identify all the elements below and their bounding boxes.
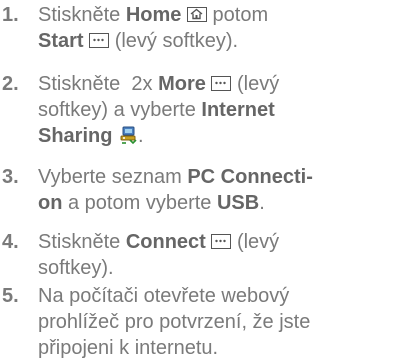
softkey-dots-icon [211, 234, 232, 249]
step-text: Stiskněte Connect (levý softkey). [38, 229, 279, 281]
step-text-part: Stiskněte [38, 4, 126, 26]
softkey-dots-icon [211, 76, 232, 91]
step-number: 4. [2, 231, 19, 253]
keyword-more: More [158, 73, 206, 95]
keyword-start: Start [38, 30, 84, 52]
step-text-part: potom [206, 4, 269, 26]
step-text-part: Vyberte seznam [38, 166, 188, 188]
instruction-steps: 1. Stiskněte Home potom Start (levý soft… [0, 0, 398, 360]
step-text-part: (levý [231, 73, 280, 95]
step-text: Na počítači otevřete webový prohlížeč pr… [38, 283, 310, 361]
step-text-part: Na počítači otevřete webový [38, 285, 290, 307]
step-text-part: prohlížeč pro potvrzení, že jste [38, 311, 311, 333]
step-3: 3. Vyberte seznam PC Connecti- on a poto… [0, 164, 392, 216]
step-number: 3. [2, 166, 19, 188]
step-text-part: . [259, 192, 265, 214]
step-2: 2. Stiskněte 2x More (levý softkey) a vy… [0, 71, 392, 149]
step-4: 4. Stiskněte Connect (levý softkey). [0, 229, 392, 281]
step-text-part: softkey). [38, 257, 114, 279]
step-text: Stiskněte Home potom Start (levý softkey… [38, 2, 268, 54]
step-text: Vyberte seznam PC Connecti- on a potom v… [38, 164, 313, 216]
keyword-pc-connection: PC Connecti- [187, 166, 313, 188]
keyword-internet: Internet [201, 99, 275, 121]
step-text: Stiskněte 2x More (levý softkey) a vyber… [38, 71, 279, 149]
step-number: 2. [2, 73, 19, 95]
step-text-part: Stiskněte 2x [38, 73, 159, 95]
keyword-sharing: Sharing [38, 125, 113, 147]
step-text-part: . [138, 125, 144, 147]
step-text-part: a potom vyberte [62, 192, 217, 214]
step-text-part: připojeni k internetu. [38, 337, 219, 359]
keyword-connect: Connect [125, 231, 206, 253]
step-text-part: Stiskněte [38, 231, 126, 253]
step-text-part: softkey) a vyberte [38, 99, 202, 121]
step-text-part: (levý [231, 231, 280, 253]
step-number: 1. [2, 4, 19, 26]
keyword-pc-connection-end: on [38, 192, 63, 214]
step-number: 5. [2, 285, 19, 307]
keyword-home: Home [125, 4, 182, 26]
keyword-usb: USB [216, 192, 260, 214]
internet-sharing-icon [118, 125, 138, 145]
home-key-icon [186, 7, 207, 22]
softkey-dots-icon [89, 33, 110, 48]
step-text-part: (levý softkey). [109, 30, 239, 52]
step-5: 5. Na počítači otevřete webový prohlížeč… [0, 283, 392, 361]
step-1: 1. Stiskněte Home potom Start (levý soft… [0, 2, 392, 54]
